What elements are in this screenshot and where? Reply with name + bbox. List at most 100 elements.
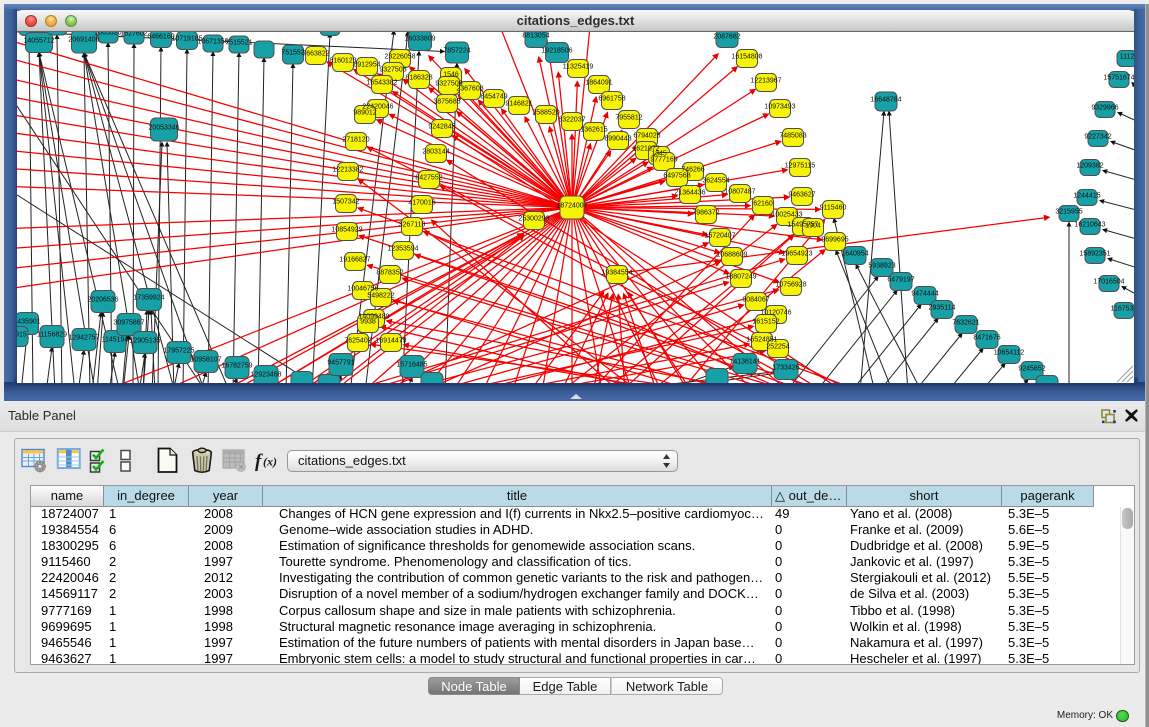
svg-text:19166827: 19166827 [339,256,370,263]
svg-text:7663822: 7663822 [302,50,329,57]
svg-text:9457791: 9457791 [327,359,354,366]
svg-text:12975115: 12975115 [785,162,816,169]
svg-text:1546: 1546 [443,71,459,78]
svg-text:9699695: 9699695 [821,236,848,243]
svg-text:20053346: 20053346 [148,124,179,131]
svg-text:8471676: 8471676 [973,334,1000,341]
svg-text:10025433: 10025433 [771,211,802,218]
svg-text:8878352: 8878352 [376,269,403,276]
svg-text:1145194: 1145194 [102,336,129,343]
svg-text:20206536: 20206536 [87,296,118,303]
svg-text:20691406: 20691406 [68,36,99,43]
svg-text:17957225: 17957225 [163,347,194,354]
svg-text:1615152: 1615152 [752,318,779,325]
svg-text:2935114: 2935114 [929,304,956,311]
svg-text:8912954: 8912954 [353,61,380,68]
svg-text:12213967: 12213967 [750,77,781,84]
svg-text:7515521: 7515521 [225,39,252,46]
svg-text:4170016: 4170016 [408,199,435,206]
svg-text:9474444: 9474444 [911,290,938,297]
svg-text:1507342: 1507342 [332,198,359,205]
svg-text:15751674: 15751674 [1103,74,1134,81]
svg-text:751552: 751552 [281,49,304,56]
svg-text:8322037: 8322037 [558,116,585,123]
svg-text:1244415: 1244415 [1073,192,1100,199]
svg-text:10120746: 10120746 [760,309,791,316]
svg-text:5938923: 5938923 [868,262,895,269]
svg-text:1640954: 1640954 [841,250,868,257]
svg-text:3267110: 3267110 [399,221,426,228]
svg-text:989012: 989012 [353,109,376,116]
svg-text:15892351: 15892351 [1079,250,1110,257]
svg-text:8813054: 8813054 [522,32,549,39]
svg-text:30975867: 30975867 [113,319,144,326]
svg-text:9938: 9938 [360,318,376,325]
svg-text:2718120: 2718120 [342,136,369,143]
svg-text:16210643: 16210643 [1074,221,1105,228]
svg-text:12942757: 12942757 [68,334,99,341]
svg-text:9245652: 9245652 [1018,365,1045,372]
svg-text:1904: 1904 [805,222,821,229]
svg-text:16543382: 16543382 [366,79,397,86]
svg-text:10654112: 10654112 [994,349,1025,356]
svg-text:23226058: 23226058 [384,53,415,60]
svg-text:5498222: 5498222 [367,292,394,299]
svg-text:12213382: 12213382 [332,166,363,173]
svg-text:10807487: 10807487 [724,188,755,195]
svg-text:12905135: 12905135 [129,337,160,344]
svg-text:6961758: 6961758 [598,95,625,102]
svg-text:14055712: 14055712 [23,37,54,44]
svg-text:14136141: 14136141 [729,358,760,365]
svg-text:2367608: 2367608 [456,85,483,92]
svg-text:1733426: 1733426 [772,364,799,371]
svg-text:10958107: 10958107 [190,356,221,363]
svg-text:16524851: 16524851 [746,336,777,343]
svg-text:1527602: 1527602 [120,32,147,38]
svg-text:(x): (x) [263,455,277,469]
svg-text:62160: 62160 [753,200,773,207]
svg-text:16648784: 16648784 [870,96,901,103]
svg-text:3915: 3915 [17,331,27,338]
svg-text:9327503: 9327503 [379,66,406,73]
svg-text:9146821: 9146821 [505,100,532,107]
svg-text:10671355: 10671355 [197,38,228,45]
svg-text:16914479: 16914479 [375,337,406,344]
svg-text:10756928: 10756928 [775,281,806,288]
svg-text:3875685: 3875685 [433,98,460,105]
svg-text:18724007: 18724007 [556,202,587,209]
svg-text:8427552: 8427552 [415,174,442,181]
svg-text:1167534: 1167534 [1111,305,1134,312]
svg-text:1435901: 1435901 [17,318,41,325]
svg-text:15720407: 15720407 [704,232,735,239]
svg-text:7485083: 7485083 [779,132,806,139]
svg-text:10046756: 10046756 [347,285,378,292]
svg-text:7857224: 7857224 [443,47,470,54]
svg-text:9084067: 9084067 [742,296,769,303]
svg-text:11325419: 11325419 [563,63,594,70]
svg-text:2803144: 2803144 [422,148,449,155]
svg-text:9463627: 9463627 [788,191,815,198]
svg-text:1209382: 1209382 [1076,162,1103,169]
svg-text:12923468: 12923468 [250,371,281,378]
svg-text:10854929: 10854929 [331,226,362,233]
svg-text:6794028: 6794028 [633,132,660,139]
svg-text:16154808: 16154808 [731,53,762,60]
svg-text:19654923: 19654923 [781,250,812,257]
svg-text:25300293: 25300293 [518,215,549,222]
svg-text:6479197: 6479197 [887,276,914,283]
svg-text:1864091: 1864091 [585,79,612,86]
svg-text:9329966: 9329966 [1091,104,1118,111]
svg-text:1112: 1112 [1120,53,1134,60]
svg-text:7986372: 7986372 [692,209,719,216]
svg-text:f: f [255,451,263,472]
svg-text:8990443: 8990443 [604,135,631,142]
svg-text:7632621: 7632621 [952,319,979,326]
svg-text:19384554: 19384554 [601,269,632,276]
svg-text:16782759: 16782759 [221,362,252,369]
svg-text:1065326: 1065326 [94,32,121,37]
svg-text:9115460: 9115460 [820,204,847,211]
svg-text:8454749: 8454749 [480,93,507,100]
svg-text:12353594: 12353594 [387,245,418,252]
svg-text:252254: 252254 [766,343,789,350]
svg-text:9227342: 9227342 [1084,133,1111,140]
